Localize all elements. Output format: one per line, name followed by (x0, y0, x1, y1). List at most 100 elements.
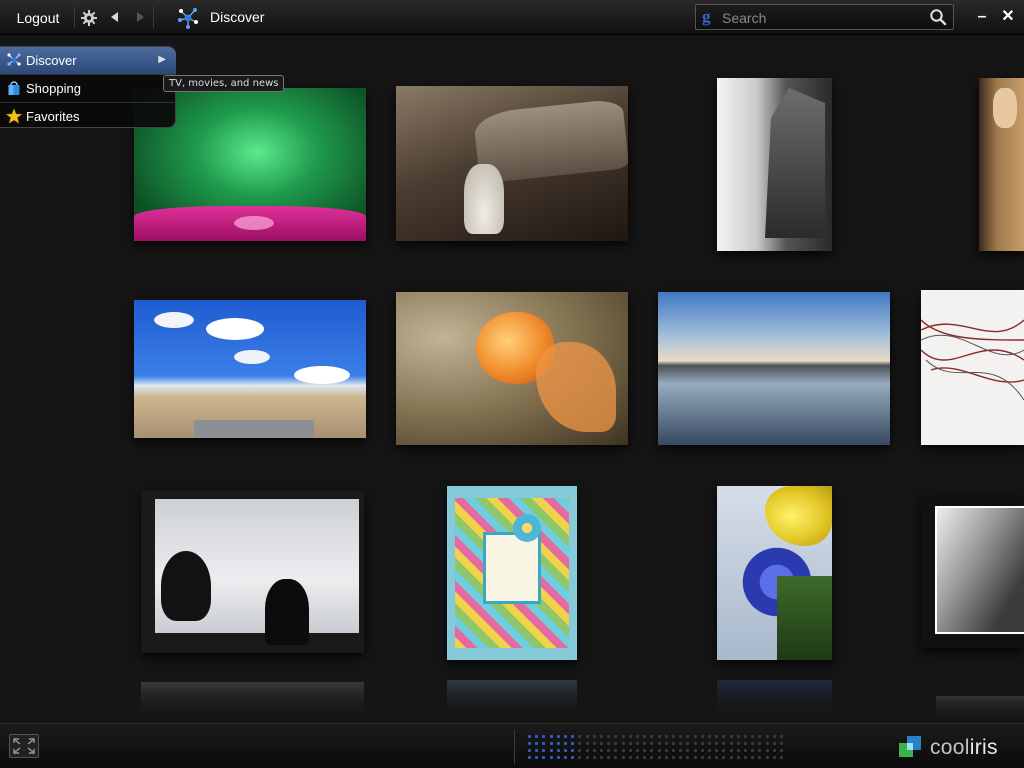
search-icon[interactable] (929, 8, 947, 26)
pager-dot[interactable] (628, 735, 632, 738)
pager-dot[interactable] (744, 749, 747, 752)
pager-dot[interactable] (700, 735, 704, 738)
photo-thumbnail[interactable] (717, 486, 832, 660)
pager-dot[interactable] (722, 742, 726, 745)
pager-dot[interactable] (607, 735, 611, 738)
page-scrubber[interactable] (516, 732, 786, 762)
pager-dot[interactable] (722, 749, 726, 752)
pager-dot[interactable] (664, 735, 668, 738)
pager-dot[interactable] (672, 742, 675, 745)
search-input[interactable] (722, 8, 922, 27)
pager-dot[interactable] (780, 735, 783, 738)
pager-dot[interactable] (556, 742, 560, 745)
pager-dot[interactable] (650, 742, 654, 745)
pager-dot[interactable] (636, 742, 639, 745)
pager-dot[interactable] (636, 735, 639, 738)
pager-dot[interactable] (708, 749, 711, 752)
pager-dot[interactable] (571, 749, 575, 752)
pager-dot[interactable] (628, 756, 632, 759)
pager-dot[interactable] (564, 756, 567, 759)
pager-dot[interactable] (607, 756, 611, 759)
pager-dot[interactable] (650, 735, 654, 738)
pager-dot[interactable] (657, 749, 661, 752)
pager-dot[interactable] (657, 756, 661, 759)
pager-dot[interactable] (607, 742, 611, 745)
pager-dot[interactable] (643, 735, 647, 738)
pager-dot[interactable] (585, 735, 589, 738)
pager-dot[interactable] (556, 749, 560, 752)
pager-dot[interactable] (643, 749, 647, 752)
pager-dot[interactable] (571, 756, 575, 759)
pager-dot[interactable] (736, 749, 740, 752)
pager-dot[interactable] (736, 742, 740, 745)
pager-dot[interactable] (729, 749, 733, 752)
pager-dot[interactable] (528, 749, 531, 752)
pager-dot[interactable] (729, 756, 733, 759)
pager-dot[interactable] (679, 749, 683, 752)
pager-dot[interactable] (592, 742, 596, 745)
photo-thumbnail[interactable] (447, 486, 577, 660)
pager-dot[interactable] (700, 749, 704, 752)
pager-dot[interactable] (751, 735, 755, 738)
pager-dot[interactable] (722, 756, 726, 759)
back-arrow-icon[interactable] (108, 10, 122, 24)
pager-dot[interactable] (664, 756, 668, 759)
forward-arrow-icon[interactable] (133, 10, 147, 24)
pager-dot[interactable] (715, 742, 719, 745)
pager-dot[interactable] (614, 749, 618, 752)
pager-dot[interactable] (729, 742, 733, 745)
pager-dot[interactable] (600, 749, 603, 752)
pager-dot[interactable] (758, 742, 762, 745)
pager-dot[interactable] (736, 735, 740, 738)
pager-dot[interactable] (564, 742, 567, 745)
pager-dot[interactable] (585, 742, 589, 745)
pager-dot[interactable] (708, 742, 711, 745)
pager-dot[interactable] (765, 735, 769, 738)
pager-dot[interactable] (708, 735, 711, 738)
pager-dot[interactable] (542, 749, 546, 752)
pager-dot[interactable] (592, 749, 596, 752)
pager-dot[interactable] (535, 742, 539, 745)
menu-item-favorites[interactable]: Favorites (0, 103, 176, 130)
photo-thumbnail[interactable] (979, 78, 1024, 251)
pager-dot[interactable] (535, 749, 539, 752)
pager-dot[interactable] (650, 749, 654, 752)
pager-dot[interactable] (700, 742, 704, 745)
pager-dot[interactable] (672, 756, 675, 759)
pager-dot[interactable] (585, 756, 589, 759)
pager-dot[interactable] (765, 749, 769, 752)
pager-dot[interactable] (780, 756, 783, 759)
pager-dot[interactable] (686, 742, 690, 745)
pager-dot[interactable] (636, 749, 639, 752)
pager-dot[interactable] (571, 742, 575, 745)
pager-dot[interactable] (600, 756, 603, 759)
pager-dot[interactable] (693, 742, 697, 745)
pager-dot[interactable] (758, 735, 762, 738)
pager-dot[interactable] (664, 742, 668, 745)
pager-dot[interactable] (715, 749, 719, 752)
pager-dot[interactable] (751, 742, 755, 745)
photo-thumbnail[interactable] (921, 496, 1024, 648)
pager-dot[interactable] (549, 749, 553, 752)
pager-dot[interactable] (657, 742, 661, 745)
pager-dot[interactable] (780, 749, 783, 752)
pager-dot[interactable] (578, 756, 582, 759)
pager-dot[interactable] (535, 735, 539, 738)
pager-dot[interactable] (715, 756, 719, 759)
pager-dot[interactable] (657, 735, 661, 738)
pager-dot[interactable] (693, 756, 697, 759)
pager-dot[interactable] (621, 756, 625, 759)
pager-dot[interactable] (607, 749, 611, 752)
pager-dot[interactable] (679, 735, 683, 738)
search-box[interactable]: g (695, 4, 954, 30)
photo-thumbnail[interactable] (396, 292, 628, 445)
pager-dot[interactable] (693, 749, 697, 752)
pager-dot[interactable] (772, 735, 776, 738)
pager-dot[interactable] (592, 735, 596, 738)
pager-dot[interactable] (722, 735, 726, 738)
pager-dot[interactable] (700, 756, 704, 759)
photo-thumbnail[interactable] (396, 86, 628, 241)
pager-dot[interactable] (686, 756, 690, 759)
pager-dot[interactable] (549, 735, 553, 738)
close-button[interactable]: ✕ (1000, 8, 1016, 26)
